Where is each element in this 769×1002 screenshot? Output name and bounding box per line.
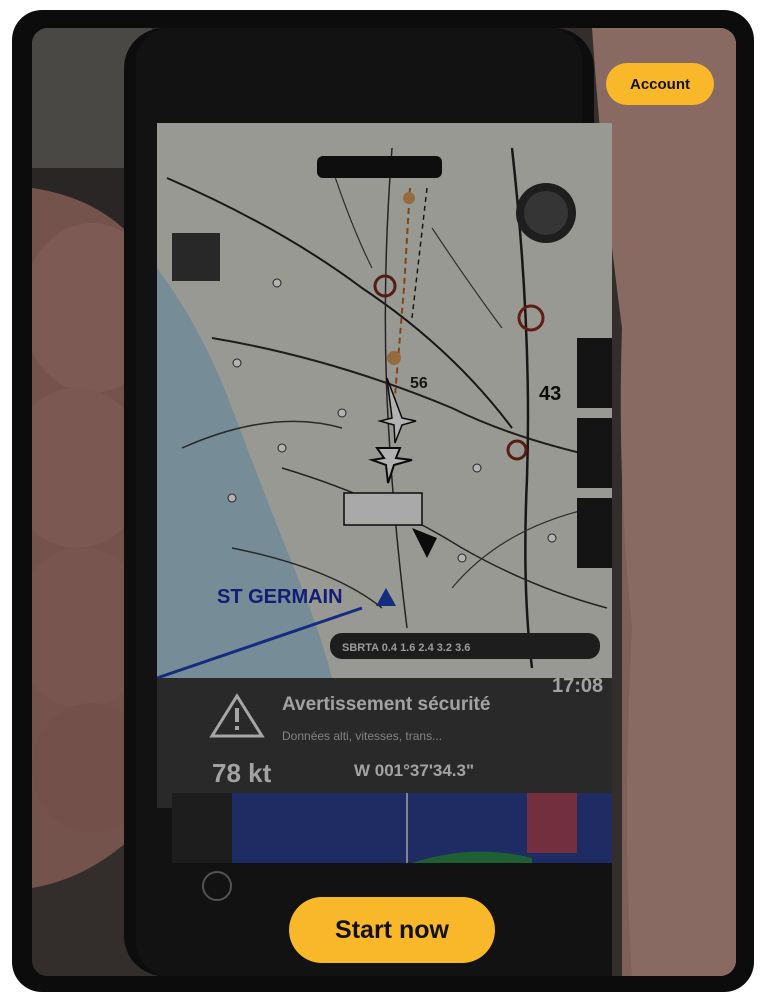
phone-terrain-profile — [172, 793, 612, 863]
speed-readout: 78 kt — [212, 758, 272, 788]
warning-body: Données alti, vitesses, trans... — [282, 729, 442, 743]
account-button[interactable]: Account — [606, 63, 714, 105]
map-altitude-label: 43 — [539, 383, 561, 405]
svg-text:SBRTA 0.4 1.6 2.4 3.2 3.6: SBRTA 0.4 1.6 2.4 3.2 3.6 — [342, 642, 470, 654]
phone-map-screen: SBRTA 0.4 1.6 2.4 3.2 3.6 ST GERMAIN 43 … — [156, 123, 612, 680]
map-city-label: ST GERMAIN — [217, 586, 343, 608]
warning-title: Avertissement sécurité — [282, 694, 490, 715]
phone-in-hand-illustration: SBRTA 0.4 1.6 2.4 3.2 3.6 ST GERMAIN 43 … — [32, 28, 736, 976]
map-route-number: 56 — [410, 375, 428, 392]
clock-readout: 17:08 — [552, 675, 603, 697]
start-now-button[interactable]: Start now — [289, 897, 495, 963]
coordinate-readout: W 001°37'34.3" — [354, 761, 474, 780]
phone-instrument-panel: Avertissement sécurité Données alti, vit… — [157, 675, 612, 808]
hero-photo: SBRTA 0.4 1.6 2.4 3.2 3.6 ST GERMAIN 43 … — [32, 28, 736, 976]
app-frame: SBRTA 0.4 1.6 2.4 3.2 3.6 ST GERMAIN 43 … — [12, 10, 754, 992]
